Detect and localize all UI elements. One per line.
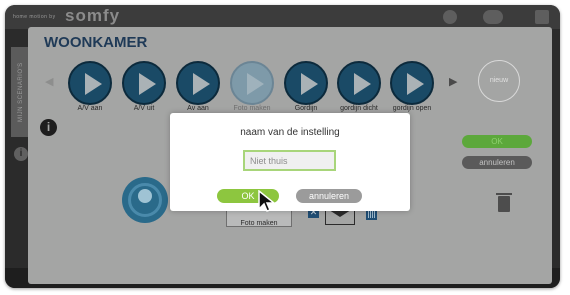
scene-image[interactable]: [122, 177, 168, 223]
top-bar: home motion by somfy: [5, 5, 560, 29]
scene-name-input[interactable]: [243, 150, 336, 171]
dialog-cancel-button[interactable]: annuleren: [296, 189, 362, 203]
scene-label: gordijn open: [392, 105, 432, 112]
scroll-right-icon[interactable]: ▶: [449, 75, 457, 88]
name-dialog: naam van de instelling OK annuleren: [170, 113, 410, 211]
mouse-pointer-icon: [258, 190, 277, 212]
trash-icon[interactable]: [496, 193, 512, 212]
play-icon: [247, 73, 264, 95]
scene-button-av-aan-2[interactable]: [176, 61, 220, 105]
scene-label: Gordijn: [294, 105, 318, 112]
new-scene-button[interactable]: nieuw: [478, 60, 520, 102]
play-icon: [407, 73, 424, 95]
scene-button-foto-maken[interactable]: [230, 61, 274, 105]
avatar-head: [138, 189, 152, 203]
panel-cancel-button[interactable]: annuleren: [462, 156, 532, 169]
panel-ok-button[interactable]: OK: [462, 135, 532, 148]
scene-label: gordijn dicht: [340, 105, 378, 112]
scene-button-gordijn-dicht[interactable]: [337, 61, 381, 105]
room-title: WOONKAMER: [44, 34, 148, 51]
scene-button-av-aan[interactable]: [68, 61, 112, 105]
scene-label: A/V uit: [133, 105, 155, 112]
close-icon[interactable]: [535, 10, 549, 24]
user-icon[interactable]: [483, 10, 503, 24]
somfy-logo: somfy: [65, 6, 121, 25]
scroll-left-icon[interactable]: ◀: [45, 75, 53, 88]
green-status-icon[interactable]: [443, 10, 457, 24]
play-icon: [139, 73, 156, 95]
brand-tagline: home motion by: [13, 14, 56, 20]
dialog-title: naam van de instelling: [240, 127, 340, 138]
play-icon: [85, 73, 102, 95]
sidebar-info-icon[interactable]: i: [14, 147, 28, 161]
play-icon: [301, 73, 318, 95]
play-icon: [193, 73, 210, 95]
scene-button-av-uit[interactable]: [122, 61, 166, 105]
scene-label: Foto maken: [233, 105, 271, 112]
scene-button-gordijn-open[interactable]: [390, 61, 434, 105]
scene-label: A/V aan: [77, 105, 103, 112]
scene-label: Av aan: [187, 105, 209, 112]
play-icon: [354, 73, 371, 95]
scene-button-gordijn[interactable]: [284, 61, 328, 105]
info-icon[interactable]: i: [40, 119, 57, 136]
